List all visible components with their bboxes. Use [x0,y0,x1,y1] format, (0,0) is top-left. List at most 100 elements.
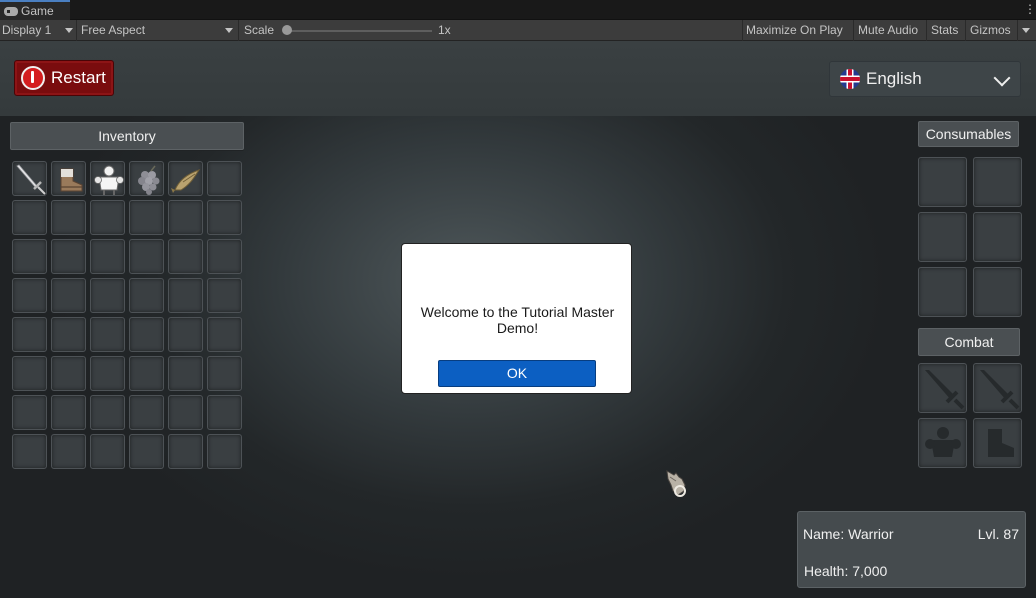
inventory-slot[interactable] [207,395,242,430]
inventory-slot[interactable] [129,278,164,313]
consumable-slot[interactable] [973,157,1022,207]
gizmos-toggle[interactable]: Gizmos [970,20,1011,41]
language-dropdown[interactable]: English [829,61,1021,97]
inventory-slot[interactable] [90,200,125,235]
inventory-slot[interactable] [168,161,203,196]
power-icon [21,66,45,90]
inventory-slot[interactable] [12,395,47,430]
dialog-message: Welcome to the Tutorial Master Demo! [420,304,615,336]
restart-button-label: Restart [51,68,106,87]
consumable-slot[interactable] [973,267,1022,317]
combat-slot[interactable] [973,418,1022,468]
scale-label: Scale [244,23,275,37]
inventory-slot[interactable] [207,161,242,196]
inventory-slot[interactable] [51,356,86,391]
aspect-chevron-down-icon [225,28,233,33]
inventory-slot[interactable] [51,395,86,430]
inventory-slot[interactable] [51,239,86,274]
toolbar-divider [742,20,743,41]
maximize-on-play-toggle[interactable]: Maximize On Play [746,20,843,41]
inventory-slot[interactable] [51,317,86,352]
inventory-slot[interactable] [207,278,242,313]
inventory-slot[interactable] [168,434,203,469]
toolbar-divider [926,20,927,41]
inventory-slot[interactable] [51,434,86,469]
inventory-slot[interactable] [12,161,47,196]
toolbar-divider [76,20,77,41]
inventory-slot[interactable] [90,395,125,430]
aspect-dropdown-label: Free Aspect [81,23,146,37]
character-info-panel: Name: Warrior Lvl. 87 Health: 7,000 [797,511,1026,588]
toolbar-divider [238,20,239,41]
language-dropdown-label: English [866,69,922,88]
inventory-slot[interactable] [90,239,125,274]
consumable-slot[interactable] [918,212,967,262]
inventory-slot[interactable] [207,200,242,235]
inventory-slot[interactable] [129,317,164,352]
sword-silhouette-icon [925,370,965,410]
boot-icon [60,168,83,192]
armor-icon [94,165,124,195]
uk-flag-icon [840,69,860,89]
grapes-icon [138,165,160,195]
inventory-slot[interactable] [51,278,86,313]
combat-title: Combat [918,328,1020,356]
more-options-icon[interactable]: ⋮ [1024,3,1036,15]
character-health: Health: 7,000 [804,563,888,579]
inventory-slot[interactable] [12,356,47,391]
armor-silhouette-icon [925,427,961,457]
inventory-slot[interactable] [129,200,164,235]
ok-button[interactable]: OK [438,360,596,387]
display-dropdown[interactable]: Display 1 [2,20,51,41]
inventory-slot[interactable] [207,434,242,469]
game-viewport: Restart English Inventory Consumables Co… [0,41,1036,598]
inventory-slot[interactable] [207,239,242,274]
combat-slot[interactable] [918,363,967,413]
display-chevron-down-icon [65,28,73,33]
inventory-slot[interactable] [168,200,203,235]
inventory-slot[interactable] [12,239,47,274]
combat-slot[interactable] [918,418,967,468]
gamepad-icon [4,6,18,16]
game-tab-label: Game [21,3,54,18]
toolbar-divider [965,20,966,41]
inventory-slot[interactable] [129,434,164,469]
inventory-slot[interactable] [168,317,203,352]
game-tab[interactable]: Game [0,0,70,20]
inventory-slot[interactable] [168,239,203,274]
inventory-slot[interactable] [90,356,125,391]
consumable-slot[interactable] [918,267,967,317]
stats-toggle[interactable]: Stats [931,20,958,41]
aspect-dropdown[interactable]: Free Aspect [81,20,145,41]
inventory-slot[interactable] [90,278,125,313]
consumable-slot[interactable] [918,157,967,207]
inventory-slot[interactable] [129,395,164,430]
scale-slider-track[interactable] [286,30,432,32]
inventory-slot[interactable] [207,356,242,391]
scale-slider-thumb[interactable] [282,25,292,35]
inventory-slot[interactable] [129,161,164,196]
mute-audio-toggle[interactable]: Mute Audio [858,20,918,41]
inventory-slot[interactable] [12,317,47,352]
inventory-slot[interactable] [168,278,203,313]
inventory-slot[interactable] [90,161,125,196]
inventory-slot[interactable] [168,356,203,391]
inventory-slot[interactable] [51,200,86,235]
gizmos-chevron-down-icon[interactable] [1022,28,1030,33]
combat-slot[interactable] [973,363,1022,413]
inventory-slot[interactable] [129,239,164,274]
inventory-slot[interactable] [51,161,86,196]
consumable-slot[interactable] [973,212,1022,262]
restart-button[interactable]: Restart [14,60,114,96]
inventory-slot[interactable] [12,278,47,313]
inventory-slot[interactable] [129,356,164,391]
tutorial-dialog: Welcome to the Tutorial Master Demo! OK [401,243,632,394]
inventory-slot[interactable] [12,434,47,469]
inventory-slot[interactable] [12,200,47,235]
inventory-slot[interactable] [90,434,125,469]
inventory-slot[interactable] [168,395,203,430]
consumables-title: Consumables [918,121,1019,147]
gauntlet-cursor-icon [666,470,686,497]
inventory-slot[interactable] [207,317,242,352]
inventory-slot[interactable] [90,317,125,352]
